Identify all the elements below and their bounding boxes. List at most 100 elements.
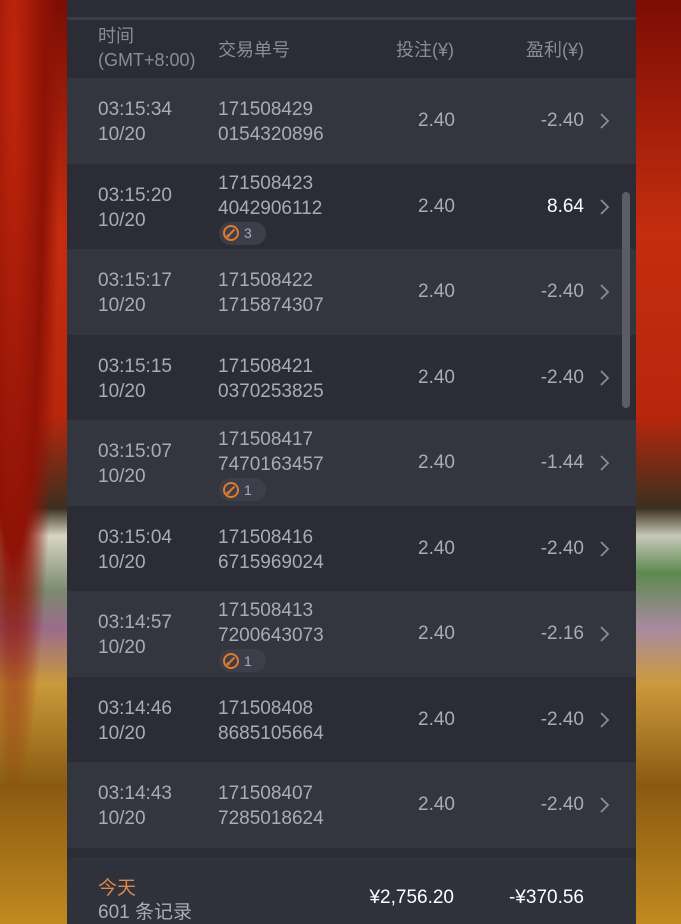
free-spin-icon [223,225,239,241]
chevron-right-icon[interactable] [598,622,612,646]
row-order-part1: 171508429 [218,99,314,120]
header-time-label: 时间 [98,26,134,46]
total-bet: ¥2,756.20 [369,887,454,908]
row-order-part2: 6715969024 [218,551,324,573]
row-order-id: 171508429 0154320896 [218,97,324,147]
free-spin-icon [223,481,239,498]
row-order-id: 171508407 7285018624 [218,781,324,831]
chevron-right-icon[interactable] [598,366,612,390]
row-date-value: 10/20 [98,380,146,402]
row-profit: -2.40 [540,366,584,388]
row-time: 03:15:07 10/20 [98,439,172,489]
total-profit: -¥370.56 [508,887,584,908]
record-count: 601 条记录 [98,902,192,923]
free-spin-icon [223,652,239,669]
today-label: 今天 [98,878,137,899]
row-order-part2: 1715874307 [218,295,324,316]
row-order-part2: 0370253825 [218,380,324,402]
row-time: 03:15:34 10/20 [98,97,172,147]
header-bet: 投注(¥) [396,40,454,60]
bet-row[interactable]: 03:15:04 10/20 171508416 6715969024 2.40… [67,506,636,592]
row-profit: -2.40 [540,794,584,815]
row-order-part1: 171508421 [218,355,314,377]
row-order-part1: 171508417 [218,429,314,450]
row-date-value: 10/20 [98,808,146,829]
bet-row[interactable]: 03:15:15 10/20 171508421 0370253825 2.40… [67,335,636,421]
row-order-part1: 171508423 [218,172,314,194]
row-date-value: 10/20 [98,209,146,231]
row-order-part2: 7200643073 [218,625,324,646]
row-order-id: 171508423 4042906112 [218,171,322,221]
bet-row[interactable]: 03:15:17 10/20 171508422 1715874307 2.40… [67,249,636,335]
row-profit: -2.40 [540,708,584,730]
chevron-right-icon[interactable] [598,280,612,304]
free-spin-badge: 1 [219,649,266,672]
header-profit: 盈利(¥) [526,40,584,60]
chevron-right-icon[interactable] [598,537,612,561]
row-time: 03:15:20 10/20 [98,183,172,233]
free-spin-count: 1 [244,652,252,669]
summary-footer: 今天 601 条记录 ¥2,756.20 -¥370.56 [67,857,636,924]
row-order-part2: 4042906112 [218,197,323,219]
bet-row[interactable]: 03:15:07 10/20 171508417 7470163457 1 2.… [67,420,636,506]
row-order-part1: 171508416 [218,526,314,548]
free-spin-badge: 3 [219,221,266,245]
bet-row[interactable]: 03:14:46 10/20 171508408 8685105664 2.40… [67,677,636,763]
row-time-value: 03:14:46 [98,697,172,719]
row-order-id: 171508421 0370253825 [218,354,324,404]
row-date-value: 10/20 [98,295,146,316]
row-date-value: 10/20 [98,722,146,744]
row-time-value: 03:15:34 [98,99,172,120]
chevron-right-icon[interactable] [598,195,612,219]
row-profit: -1.44 [540,452,584,473]
bet-list: 03:15:34 10/20 171508429 0154320896 2.40… [67,78,636,848]
row-bet: 2.40 [418,281,455,302]
row-order-part1: 171508422 [218,270,314,291]
row-order-part2: 7285018624 [218,808,324,829]
background-right [636,0,681,924]
header-time: 时间 (GMT+8:00) [98,24,196,72]
row-time-value: 03:15:07 [98,441,172,462]
panel-top-divider [67,0,636,20]
row-time-value: 03:15:15 [98,355,172,377]
row-order-part2: 8685105664 [218,722,324,744]
table-header: 时间 (GMT+8:00) 交易单号 投注(¥) 盈利(¥) [67,20,636,77]
row-order-part1: 171508408 [218,697,314,719]
row-time-value: 03:15:04 [98,526,172,548]
row-bet: 2.40 [418,110,455,131]
bet-row[interactable]: 03:15:20 10/20 171508423 4042906112 3 2.… [67,164,636,250]
row-order-part1: 171508413 [218,600,314,621]
chevron-right-icon[interactable] [598,793,612,817]
row-profit: -2.40 [540,110,584,131]
row-bet: 2.40 [418,708,455,730]
row-profit: -2.16 [540,623,584,644]
chevron-right-icon[interactable] [598,109,612,133]
row-bet: 2.40 [418,366,455,388]
chevron-right-icon[interactable] [598,451,612,475]
row-order-part2: 7470163457 [218,454,324,475]
row-time-value: 03:15:17 [98,270,172,291]
row-time-value: 03:15:20 [98,184,172,206]
row-time: 03:15:04 10/20 [98,525,172,575]
header-order: 交易单号 [218,40,290,60]
bet-row[interactable]: 03:14:57 10/20 171508413 7200643073 1 2.… [67,591,636,677]
row-order-id: 171508413 7200643073 [218,598,324,648]
row-profit: -2.40 [540,281,584,302]
row-date-value: 10/20 [98,551,146,573]
scrollbar[interactable] [622,192,630,408]
row-date-value: 10/20 [98,466,146,487]
bet-history-panel: 时间 (GMT+8:00) 交易单号 投注(¥) 盈利(¥) 03:15:34 … [67,0,636,924]
row-time: 03:14:43 10/20 [98,781,172,831]
chevron-right-icon[interactable] [598,708,612,732]
row-time-value: 03:14:57 [98,612,172,633]
row-order-id: 171508422 1715874307 [218,268,324,318]
bet-row[interactable]: 03:14:43 10/20 171508407 7285018624 2.40… [67,762,636,848]
row-order-id: 171508417 7470163457 [218,427,324,477]
bet-row[interactable]: 03:15:34 10/20 171508429 0154320896 2.40… [67,78,636,164]
row-time: 03:14:57 10/20 [98,610,172,660]
row-time: 03:15:17 10/20 [98,268,172,318]
row-order-part1: 171508407 [218,783,314,804]
row-profit: 8.64 [547,195,584,217]
free-spin-badge: 1 [219,478,266,501]
row-date-value: 10/20 [98,637,146,658]
